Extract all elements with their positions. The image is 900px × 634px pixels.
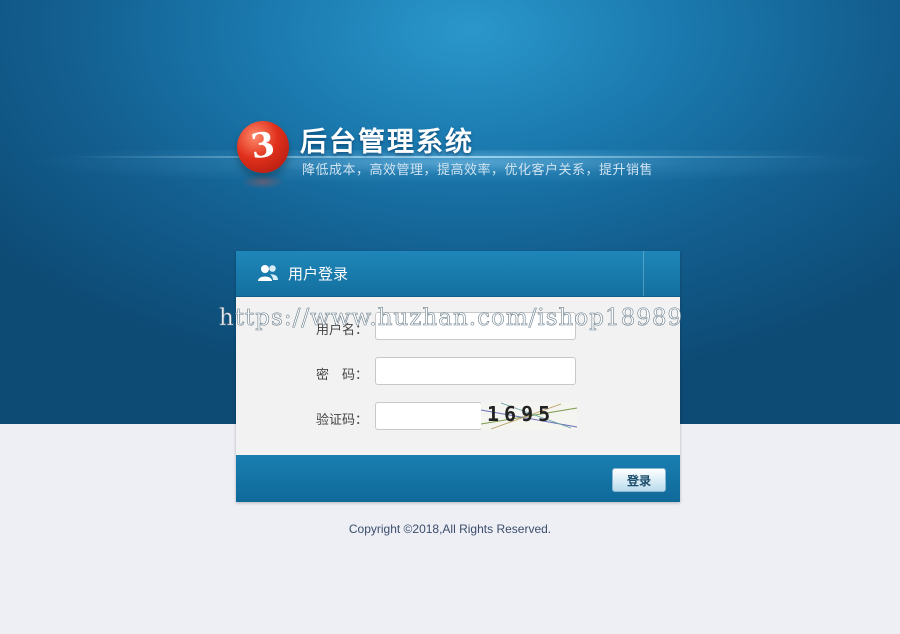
logo-glyph-icon: 3 [248, 124, 278, 168]
header-divider [643, 251, 644, 296]
captcha-label: 验证码： [316, 413, 369, 428]
logo-reflection [241, 175, 285, 189]
login-panel-header: 用户登录 [236, 251, 680, 297]
login-panel-title: 用户登录 [288, 265, 349, 283]
app-slogan: 降低成本，高效管理，提高效率，优化客户关系，提升销售 [302, 163, 654, 178]
password-label: 密 码： [316, 368, 369, 383]
password-row: 密 码： [236, 357, 680, 387]
users-icon [258, 265, 278, 281]
watermark-text: https://www.huzhan.com/ishop18989 [219, 305, 684, 332]
captcha-text: 1695 [487, 402, 556, 426]
login-panel-footer: 登录 [236, 455, 680, 502]
captcha-input[interactable] [375, 402, 482, 430]
password-input[interactable] [375, 357, 576, 385]
login-button[interactable]: 登录 [612, 468, 666, 492]
app-title: 后台管理系统 [300, 127, 474, 158]
brand-logo: 3 [237, 121, 289, 173]
login-panel: 用户登录 用户名： 密 码： 验证码： 1695 登录 [236, 251, 680, 502]
copyright-text: Copyright ©2018,All Rights Reserved. [348, 522, 552, 536]
captcha-image[interactable]: 1695 [481, 402, 577, 430]
captcha-row: 验证码： 1695 [236, 402, 680, 432]
